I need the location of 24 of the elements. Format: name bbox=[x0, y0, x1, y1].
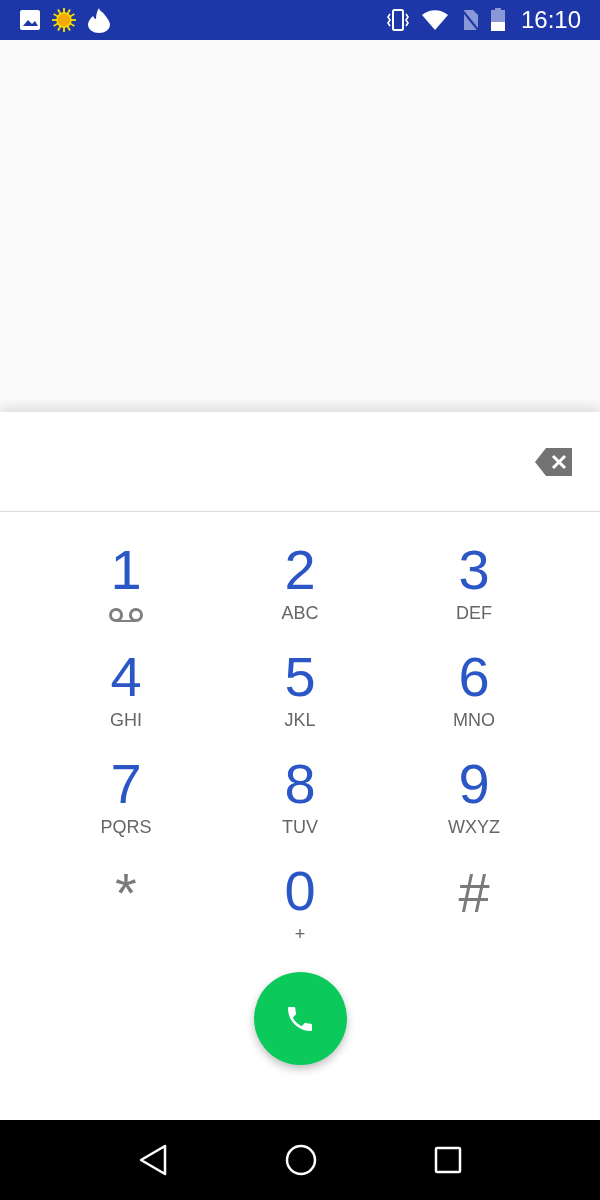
dial-key[interactable]: 7 PQRS bbox=[39, 748, 213, 855]
dial-key[interactable]: 0 + bbox=[213, 855, 387, 962]
dial-key[interactable]: # bbox=[387, 855, 561, 962]
clock-time: 16:10 bbox=[520, 5, 581, 35]
flame-icon bbox=[87, 7, 111, 33]
vibrate-icon bbox=[384, 8, 411, 32]
battery-icon bbox=[490, 8, 505, 32]
dial-key[interactable]: 5 JKL bbox=[213, 641, 387, 748]
recents-icon[interactable] bbox=[433, 1146, 462, 1174]
back-icon[interactable] bbox=[138, 1144, 169, 1176]
dial-key[interactable]: 4 GHI bbox=[39, 641, 213, 748]
dial-key[interactable]: 8 TUV bbox=[213, 748, 387, 855]
backspace-button[interactable] bbox=[534, 446, 574, 477]
dial-key[interactable]: 3 DEF bbox=[387, 534, 561, 641]
dial-key[interactable]: 6 MNO bbox=[387, 641, 561, 748]
sun-icon bbox=[51, 7, 77, 33]
dial-key[interactable]: * bbox=[39, 855, 213, 962]
dial-key[interactable]: 2 ABC bbox=[213, 534, 387, 641]
image-icon bbox=[19, 9, 41, 31]
backspace-icon bbox=[534, 446, 574, 477]
dial-key[interactable]: 1 bbox=[39, 534, 213, 641]
home-icon[interactable] bbox=[285, 1144, 317, 1176]
wifi-icon bbox=[420, 9, 449, 31]
dial-key[interactable]: 9 WXYZ bbox=[387, 748, 561, 855]
